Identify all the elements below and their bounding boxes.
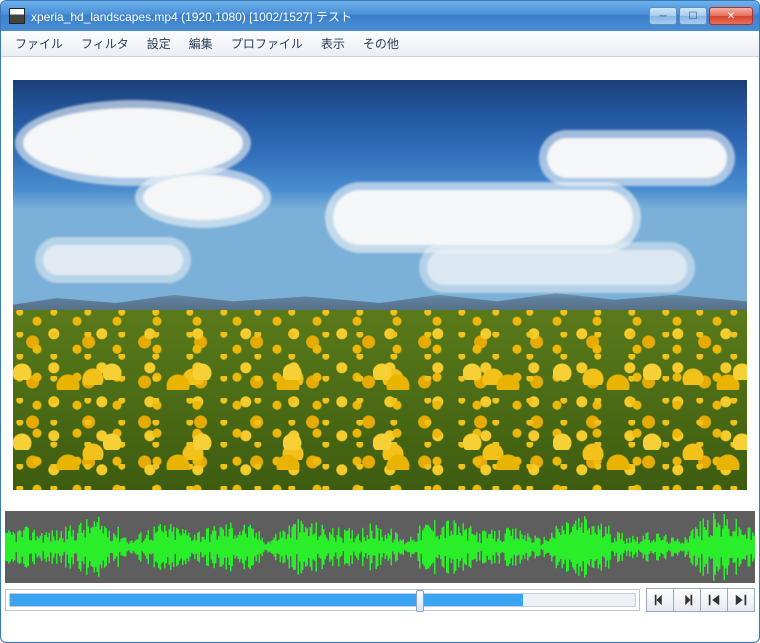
step-back-icon <box>653 593 667 607</box>
cloud-icon <box>427 250 687 285</box>
video-frame[interactable] <box>13 80 747 490</box>
step-back-button[interactable] <box>646 588 674 612</box>
minimize-icon: ─ <box>659 11 666 22</box>
seek-track <box>9 593 636 607</box>
waveform-graphic <box>5 511 755 583</box>
cloud-icon <box>23 108 243 178</box>
menu-settings[interactable]: 設定 <box>139 32 179 55</box>
app-icon <box>9 8 25 24</box>
seek-thumb[interactable] <box>416 590 424 612</box>
maximize-icon: ☐ <box>689 11 698 22</box>
close-button[interactable]: ✕ <box>709 7 753 25</box>
sky-region <box>13 80 747 310</box>
go-end-button[interactable] <box>727 588 755 612</box>
cloud-icon <box>43 245 183 275</box>
cloud-icon <box>547 138 727 178</box>
menubar: ファイル フィルタ 設定 編集 プロファイル 表示 その他 <box>1 31 759 57</box>
seek-fill <box>10 594 523 606</box>
app-window: xperia_hd_landscapes.mp4 (1920,1080) [10… <box>0 0 760 643</box>
menu-filter[interactable]: フィルタ <box>73 32 137 55</box>
maximize-button[interactable]: ☐ <box>679 7 707 25</box>
audio-waveform[interactable] <box>5 511 755 583</box>
menu-other[interactable]: その他 <box>355 32 407 55</box>
menu-view[interactable]: 表示 <box>313 32 353 55</box>
menu-file[interactable]: ファイル <box>7 32 71 55</box>
window-buttons: ─ ☐ ✕ <box>649 7 753 25</box>
content-area <box>1 61 759 613</box>
seek-bar[interactable] <box>5 589 640 611</box>
menu-edit[interactable]: 編集 <box>181 32 221 55</box>
go-end-icon <box>734 593 748 607</box>
video-preview-area <box>5 61 755 509</box>
close-icon: ✕ <box>727 11 735 22</box>
step-forward-button[interactable] <box>673 588 701 612</box>
transport-controls <box>5 587 755 613</box>
step-forward-icon <box>680 593 694 607</box>
go-start-icon <box>707 593 721 607</box>
titlebar[interactable]: xperia_hd_landscapes.mp4 (1920,1080) [10… <box>1 1 759 31</box>
go-start-button[interactable] <box>700 588 728 612</box>
menu-profile[interactable]: プロファイル <box>223 32 311 55</box>
window-title: xperia_hd_landscapes.mp4 (1920,1080) [10… <box>31 8 643 25</box>
minimize-button[interactable]: ─ <box>649 7 677 25</box>
transport-buttons <box>646 588 755 612</box>
flower-field-region <box>13 310 747 490</box>
cloud-icon <box>333 190 633 245</box>
cloud-icon <box>143 175 263 220</box>
